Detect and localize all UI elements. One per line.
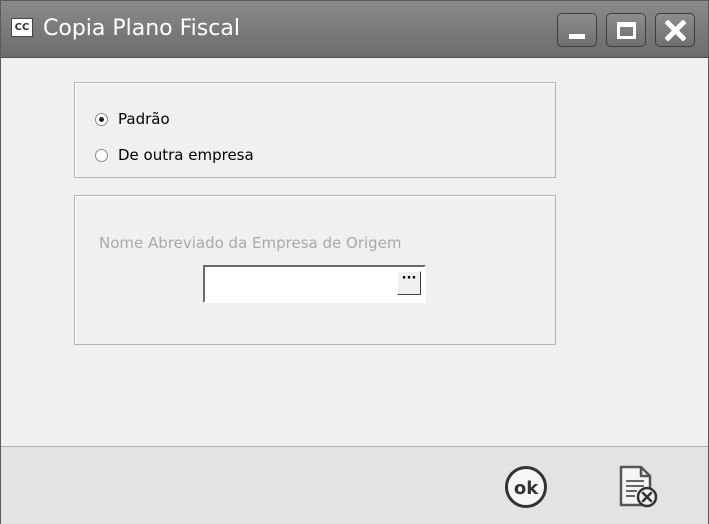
radio-padrao[interactable]: Padrão <box>95 110 170 128</box>
minimize-icon <box>569 34 585 39</box>
close-icon <box>665 20 686 41</box>
radio-padrao-label: Padrão <box>118 110 170 128</box>
cancel-button[interactable] <box>613 463 661 511</box>
radio-outra-empresa-indicator[interactable] <box>95 148 108 162</box>
window-title: Copia Plano Fiscal <box>43 16 240 41</box>
document-cancel-icon <box>619 465 658 508</box>
radio-outra-empresa-label: De outra empresa <box>118 146 254 164</box>
app-icon: CC <box>11 18 33 37</box>
ok-icon: ok <box>505 466 547 508</box>
maximize-icon <box>617 22 636 39</box>
origin-company-input[interactable]: ··· <box>203 265 426 303</box>
minimize-button[interactable] <box>557 13 597 47</box>
origin-company-group: Nome Abreviado da Empresa de Origem ··· <box>74 195 556 345</box>
close-button[interactable] <box>655 13 695 47</box>
source-options-group: Padrão De outra empresa <box>74 82 556 178</box>
ok-label: ok <box>514 478 539 499</box>
lookup-button[interactable]: ··· <box>397 271 421 295</box>
radio-outra-empresa[interactable]: De outra empresa <box>95 146 254 164</box>
ok-button[interactable]: ok <box>504 465 548 509</box>
maximize-button[interactable] <box>606 13 646 47</box>
title-bar[interactable]: CC Copia Plano Fiscal <box>1 1 708 58</box>
radio-padrao-indicator[interactable] <box>95 112 108 126</box>
dialog-window: CC Copia Plano Fiscal Padrão De outra em… <box>0 0 709 524</box>
footer-bar: ok <box>1 446 708 524</box>
origin-company-label: Nome Abreviado da Empresa de Origem <box>99 234 402 252</box>
